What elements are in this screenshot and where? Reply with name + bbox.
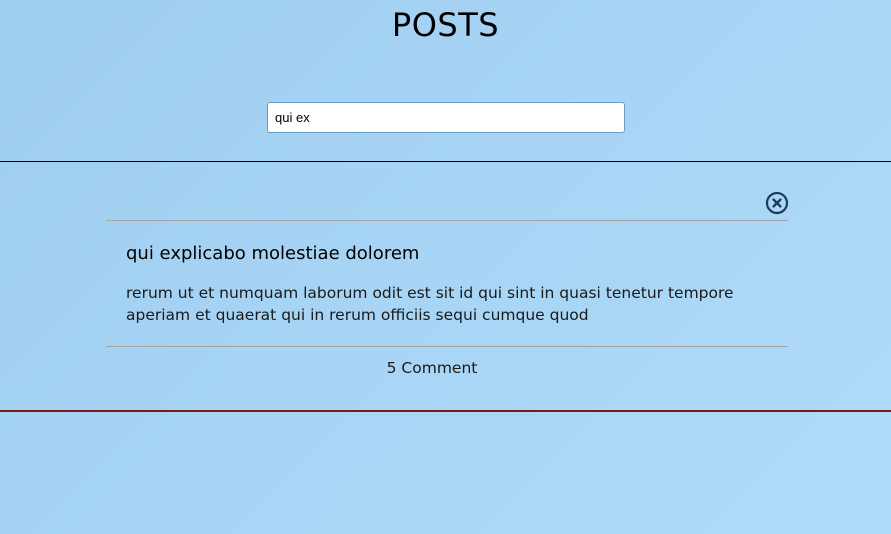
page-title: POSTS (391, 6, 500, 44)
comments-link[interactable]: 5 Comment (106, 359, 758, 377)
post-body: rerum ut et numquam laborum odit est sit… (126, 284, 734, 324)
card-divider (106, 220, 788, 221)
post-title: qui explicabo molestiae dolorem (126, 243, 420, 264)
post-card: qui explicabo molestiae dolorem rerum ut… (106, 186, 789, 386)
close-circle-icon (765, 191, 789, 215)
card-divider (106, 346, 788, 347)
close-button[interactable] (765, 191, 789, 215)
top-divider (0, 161, 891, 162)
bottom-divider (0, 410, 891, 412)
search-input[interactable] (267, 102, 625, 133)
